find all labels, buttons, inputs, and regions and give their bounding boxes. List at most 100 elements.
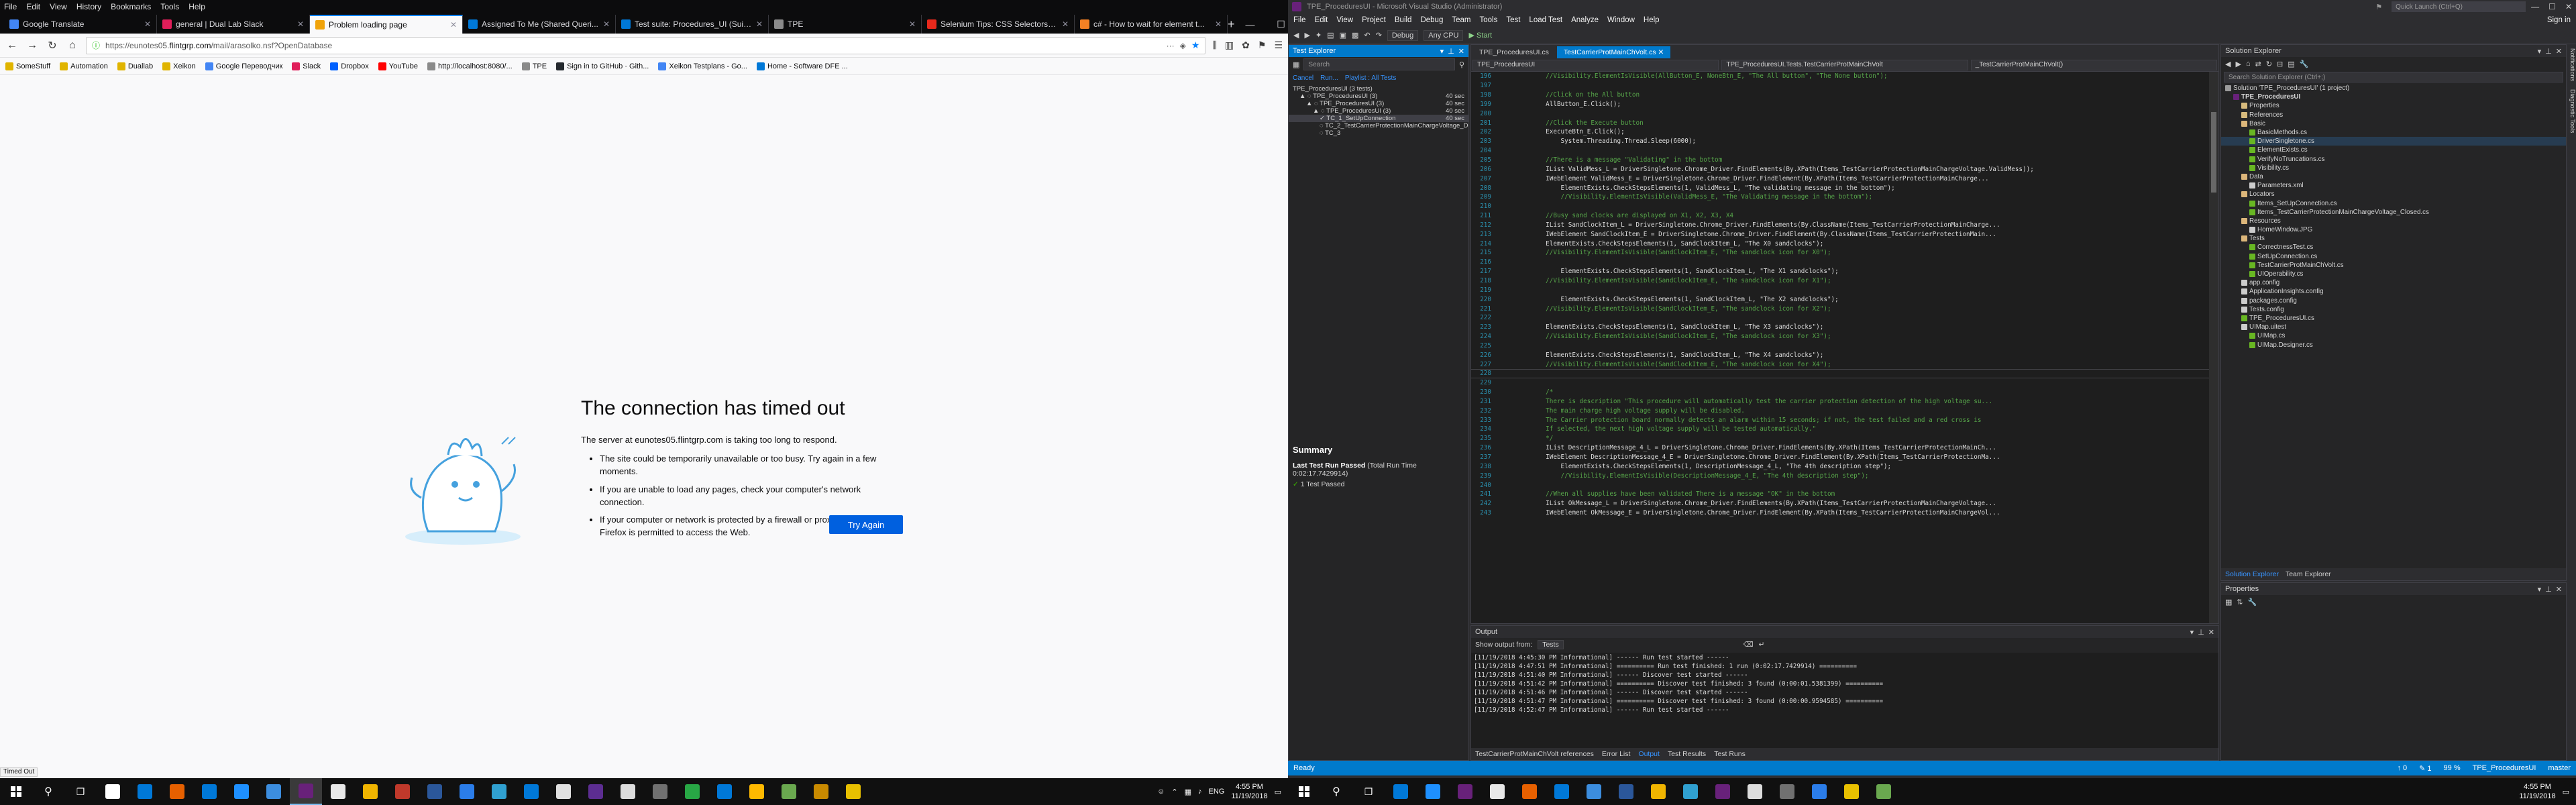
browser-tab[interactable]: Problem loading page ✕ <box>310 15 463 34</box>
solution-tree-item[interactable]: TestCarrierProtMainChVolt.cs <box>2221 261 2566 270</box>
solution-tree-item[interactable]: packages.config <box>2221 297 2566 305</box>
property-pages-icon[interactable]: 🔧 <box>2248 598 2257 606</box>
taskbar-app-icon[interactable] <box>354 778 386 805</box>
taskbar-app-icon[interactable] <box>290 778 322 805</box>
solution-tree-item[interactable]: Basic <box>2221 119 2566 128</box>
taskbar-app-icon[interactable] <box>612 778 644 805</box>
close-tab-icon[interactable]: ✕ <box>1062 19 1069 29</box>
save-all-icon[interactable]: ▩ <box>1352 31 1358 40</box>
explorer-tab[interactable]: Team Explorer <box>2286 570 2331 578</box>
notifications-icon[interactable]: ▭ <box>2563 788 2569 796</box>
taskbar-app-icon[interactable] <box>1674 778 1707 805</box>
close-window-icon[interactable]: ✕ <box>2565 2 2572 11</box>
menu-item-file[interactable]: File <box>1293 16 1306 24</box>
solution-tree-item[interactable]: Properties <box>2221 101 2566 110</box>
solution-tree-item[interactable]: TPE_ProceduresUI <box>2221 93 2566 101</box>
close-icon[interactable]: ✕ <box>2556 585 2562 594</box>
task-view-icon[interactable]: ❐ <box>64 778 97 805</box>
back-icon[interactable]: ◀ <box>1293 31 1299 40</box>
test-tree-item[interactable]: TPE_ProceduresUI (3 tests) <box>1289 85 1468 93</box>
collapse-all-icon[interactable]: ⊟ <box>2277 60 2283 68</box>
sidebar-icon[interactable]: ▥ <box>1225 40 1234 51</box>
output-source-select[interactable]: Tests <box>1538 640 1564 649</box>
solution-tree-item[interactable]: Visibility.cs <box>2221 164 2566 172</box>
taskbar-app-icon[interactable] <box>805 778 837 805</box>
forward-icon[interactable]: ▶ <box>1304 31 1309 40</box>
test-search-input[interactable]: Search <box>1303 58 1455 70</box>
save-icon[interactable]: ▣ <box>1340 31 1346 40</box>
editor-scrollbar[interactable] <box>2209 72 2218 623</box>
reload-icon[interactable]: ↻ <box>46 39 59 52</box>
solution-search-input[interactable]: Search Solution Explorer (Ctrl+;) <box>2224 72 2563 83</box>
cancel-link[interactable]: Cancel <box>1293 74 1313 82</box>
solution-tree-item[interactable]: Tests <box>2221 234 2566 243</box>
tool-tab[interactable]: Output <box>1638 750 1660 758</box>
taskbar-app-icon[interactable] <box>580 778 612 805</box>
zoom-indicator[interactable]: 99 % <box>2444 764 2461 773</box>
solution-tree-item[interactable]: UIOperability.cs <box>2221 270 2566 278</box>
member-combo[interactable]: _TestCarrierProtMainChVolt() <box>1970 59 2217 70</box>
menu-item-tools[interactable]: Tools <box>160 2 179 11</box>
close-tab-icon[interactable]: ✕ <box>756 19 763 29</box>
try-again-button[interactable]: Try Again <box>829 515 903 534</box>
dropdown-icon[interactable]: ▾ <box>1440 47 1444 56</box>
taskbar-app-icon[interactable] <box>1739 778 1771 805</box>
platform-select[interactable]: Any CPU <box>1424 30 1464 41</box>
maximize-icon[interactable]: ☐ <box>1266 15 1288 34</box>
menu-item-load-test[interactable]: Load Test <box>1529 16 1562 24</box>
solution-tree-item[interactable]: Locators <box>2221 190 2566 199</box>
bookmark-item[interactable]: http://localhost:8080/... <box>427 62 513 70</box>
taskbar-app-icon[interactable] <box>1449 778 1481 805</box>
close-tab-icon[interactable]: ✕ <box>1215 19 1222 29</box>
address-text[interactable]: https://eunotes05.flintgrp.com/mail/aras… <box>105 41 1161 50</box>
forward-icon[interactable]: → <box>25 40 39 52</box>
class-combo[interactable]: TPE_ProceduresUI.Tests.TestCarrierProtMa… <box>1721 59 1968 70</box>
library-icon[interactable]: ⫼ <box>1212 40 1216 51</box>
taskbar-app-icon[interactable] <box>161 778 193 805</box>
playlist-link[interactable]: Playlist : All Tests <box>1345 74 1397 82</box>
editor-tab[interactable]: TestCarrierProtMainChVolt.cs ✕ <box>1556 46 1671 58</box>
taskbar-app-icon[interactable] <box>1578 778 1610 805</box>
undo-icon[interactable]: ↶ <box>1364 31 1370 40</box>
pin-icon[interactable]: ⊥ <box>1448 47 1454 56</box>
browser-tab[interactable]: Google Translate ✕ <box>4 15 157 34</box>
solution-tree-item[interactable]: DriverSingletone.cs <box>2221 137 2566 146</box>
search-icon[interactable]: ⚲ <box>1459 60 1464 69</box>
close-icon[interactable]: ✕ <box>2556 47 2562 56</box>
solution-tree-item[interactable]: References <box>2221 111 2566 119</box>
bookmark-star-icon[interactable]: ★ <box>1191 40 1200 51</box>
taskbar-app-icon[interactable] <box>225 778 258 805</box>
extension-icon[interactable]: ✿ <box>1242 40 1250 51</box>
search-icon[interactable]: ⚲ <box>32 778 64 805</box>
solution-tree-item[interactable]: Resources <box>2221 217 2566 225</box>
new-tab-button[interactable]: + <box>1228 15 1235 34</box>
test-tree-item[interactable]: ✓ TC_1_SetUpConnection 40 sec <box>1289 115 1468 122</box>
home-icon[interactable]: ⌂ <box>2246 60 2251 68</box>
test-tree-item[interactable]: ◌ TC_3 <box>1289 129 1468 137</box>
taskbar-app-icon[interactable] <box>676 778 708 805</box>
group-icon[interactable]: ▦ <box>1293 60 1299 69</box>
code-area[interactable]: 196 //Visibility.ElementIsVisible(AllBut… <box>1471 72 2209 623</box>
solution-tree-item[interactable]: CorrectnessTest.cs <box>2221 243 2566 252</box>
close-icon[interactable]: ✕ <box>2208 628 2214 637</box>
bookmark-item[interactable]: Xeikon Testplans - Go... <box>658 62 747 70</box>
taskbar-app-icon[interactable] <box>1481 778 1513 805</box>
bookmark-item[interactable]: Sign in to GitHub · Gith... <box>556 62 649 70</box>
taskbar-app-icon[interactable] <box>708 778 741 805</box>
tool-tab[interactable]: Test Runs <box>1714 750 1746 758</box>
taskbar-app-icon[interactable] <box>97 778 129 805</box>
clear-output-icon[interactable]: ⌫ <box>1743 641 1754 649</box>
menu-item-project[interactable]: Project <box>1362 16 1386 24</box>
solution-tree-item[interactable]: ApplicationInsights.config <box>2221 287 2566 296</box>
address-bar[interactable]: ⓘ https://eunotes05.flintgrp.com/mail/ar… <box>86 36 1206 54</box>
bookmark-item[interactable]: SomeStuff <box>5 62 50 70</box>
taskbar-app-icon[interactable] <box>483 778 515 805</box>
taskbar-app-icon[interactable] <box>451 778 483 805</box>
taskbar-app-icon[interactable] <box>741 778 773 805</box>
menu-item-edit[interactable]: Edit <box>1315 16 1328 24</box>
hamburger-menu-icon[interactable]: ☰ <box>1274 40 1283 51</box>
taskbar-app-icon[interactable] <box>419 778 451 805</box>
solution-tree-item[interactable]: UIMap.uitest <box>2221 323 2566 331</box>
pin-icon[interactable]: ⊥ <box>2545 585 2552 594</box>
solution-tree-item[interactable]: Data <box>2221 172 2566 181</box>
